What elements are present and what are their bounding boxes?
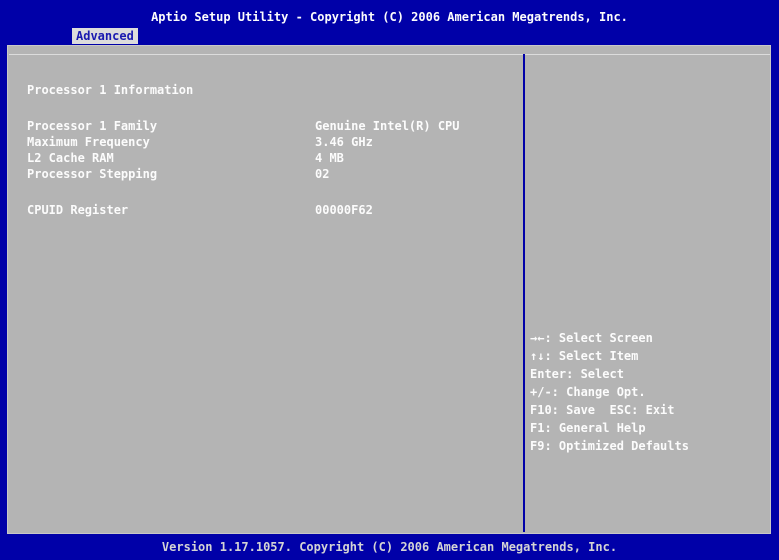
tab-advanced[interactable]: Advanced bbox=[72, 28, 138, 44]
main-panel-top-rule bbox=[9, 54, 523, 55]
label-maximum-frequency: Maximum Frequency bbox=[27, 135, 150, 149]
value-processor-family: Genuine Intel(R) CPU bbox=[315, 119, 460, 133]
bios-setup-screen: { "header": { "title": "Aptio Setup Util… bbox=[0, 0, 779, 560]
help-enter-select: Enter: Select bbox=[530, 367, 624, 381]
help-panel: →←: Select Screen ↑↓: Select Item Enter:… bbox=[530, 329, 689, 455]
label-processor-stepping: Processor Stepping bbox=[27, 167, 158, 181]
value-l2-cache-ram: 4 MB bbox=[315, 151, 344, 165]
help-save-exit: F10: Save ESC: Exit bbox=[530, 403, 675, 417]
footer-version: Version 1.17.1057. Copyright (C) 2006 Am… bbox=[161, 540, 618, 554]
panel-divider bbox=[523, 54, 525, 532]
label-l2-cache-ram: L2 Cache RAM bbox=[27, 151, 114, 165]
section-title: Processor 1 Information bbox=[27, 83, 194, 97]
label-processor-family: Processor 1 Family bbox=[27, 119, 158, 133]
header-title: Aptio Setup Utility - Copyright (C) 2006… bbox=[151, 10, 628, 24]
help-panel-top-rule bbox=[525, 54, 770, 55]
label-cpuid-register: CPUID Register bbox=[27, 203, 129, 217]
value-cpuid-register: 00000F62 bbox=[315, 203, 373, 217]
help-optimized-defaults: F9: Optimized Defaults bbox=[530, 439, 689, 453]
help-general-help: F1: General Help bbox=[530, 421, 646, 435]
value-processor-stepping: 02 bbox=[315, 167, 330, 181]
help-select-screen: →←: Select Screen bbox=[530, 331, 653, 345]
help-change-option: +/-: Change Opt. bbox=[530, 385, 646, 399]
value-maximum-frequency: 3.46 GHz bbox=[315, 135, 373, 149]
help-select-item: ↑↓: Select Item bbox=[530, 349, 639, 363]
